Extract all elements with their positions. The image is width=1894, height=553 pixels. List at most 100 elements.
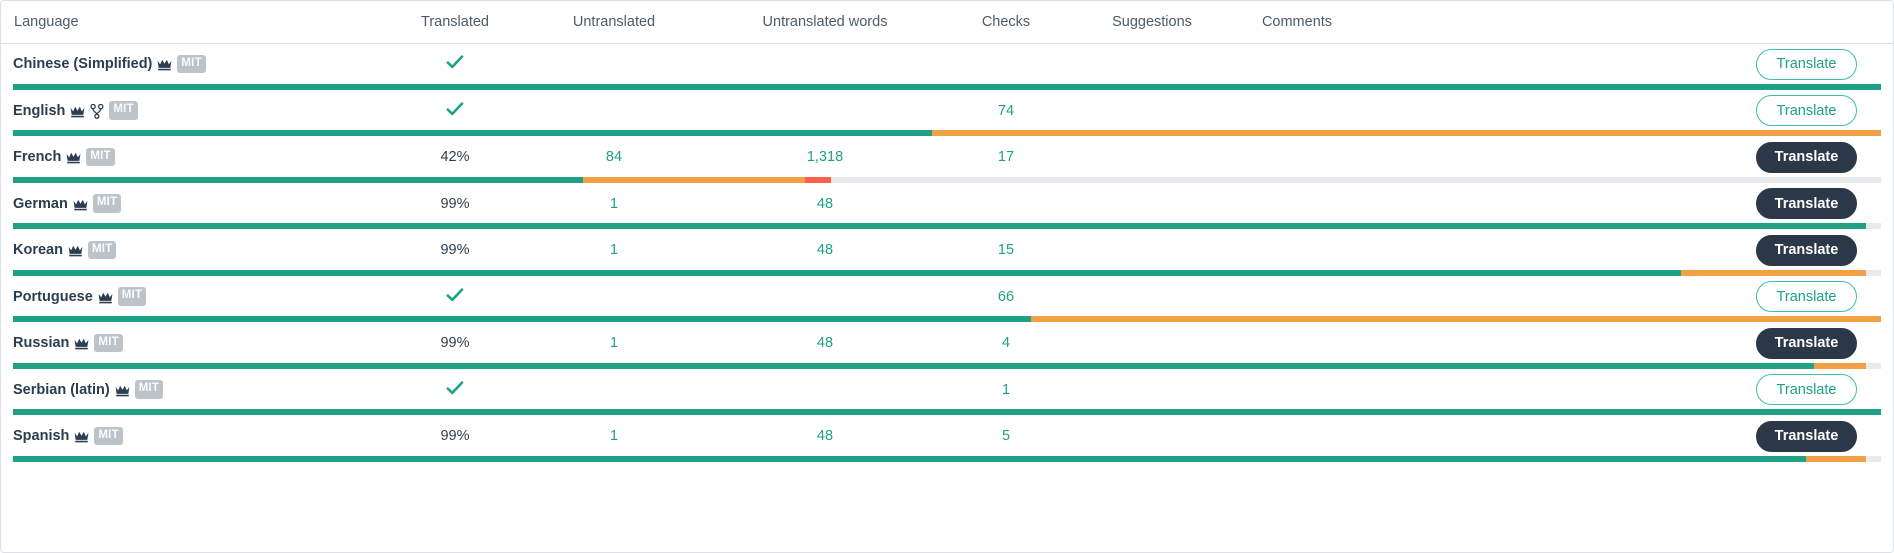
- checks-cell: 15: [941, 242, 1071, 258]
- translation-progress-bar[interactable]: [13, 130, 1881, 136]
- progress-segment-green: [13, 316, 1032, 322]
- language-name-link[interactable]: Korean: [13, 242, 63, 258]
- license-badge[interactable]: MIT: [87, 240, 117, 260]
- progress-segment-green: [13, 409, 1881, 415]
- progress-segment-orange: [932, 130, 1881, 136]
- table-row-content: Chinese (Simplified) MIT Translate: [13, 44, 1881, 82]
- checks-count-link[interactable]: 1: [1002, 382, 1010, 398]
- translate-button[interactable]: Translate: [1756, 95, 1857, 126]
- language-name-link[interactable]: Serbian (latin): [13, 382, 110, 398]
- progress-segment-gray: [1866, 269, 1881, 276]
- crown-icon: [157, 58, 172, 72]
- crown-icon: [70, 105, 85, 119]
- column-header-comments[interactable]: Comments: [1233, 14, 1361, 30]
- progress-segment-green: [13, 223, 1867, 229]
- language-name-link[interactable]: German: [13, 196, 68, 212]
- license-badge[interactable]: MIT: [86, 147, 115, 167]
- language-name-link[interactable]: Russian: [13, 335, 69, 351]
- checks-count-link[interactable]: 66: [998, 289, 1014, 305]
- column-header-checks[interactable]: Checks: [941, 14, 1071, 30]
- table-row-content: French MIT 42% 84 1,318 17 Translate: [13, 137, 1881, 175]
- translated-percent: 42%: [440, 149, 470, 165]
- table-row-content: Korean MIT 99% 1 48 15 Translate: [13, 230, 1881, 268]
- progress-segment-gray: [1866, 455, 1881, 462]
- crown-icon: [74, 337, 89, 351]
- untranslated-words-cell: 1,318: [709, 149, 941, 165]
- translation-progress-bar[interactable]: [13, 409, 1881, 415]
- license-badge[interactable]: MIT: [177, 54, 206, 74]
- checks-cell: 5: [941, 428, 1071, 444]
- license-badge[interactable]: MIT: [94, 426, 123, 446]
- action-cell: Translate: [1756, 327, 1881, 359]
- translate-button[interactable]: Translate: [1756, 327, 1857, 359]
- license-badge[interactable]: MIT: [134, 380, 164, 399]
- checks-cell: 1: [941, 382, 1071, 398]
- checks-cell: 74: [941, 103, 1071, 119]
- untranslated-words-count-link[interactable]: 1,318: [807, 149, 843, 165]
- license-badge[interactable]: MIT: [109, 101, 138, 120]
- translation-progress-bar[interactable]: [13, 83, 1881, 90]
- translate-button[interactable]: Translate: [1756, 48, 1857, 80]
- table-row-content: German MIT 99% 1 48 Translate: [13, 184, 1881, 222]
- table-row: Portuguese MIT 66 Translate: [1, 277, 1893, 324]
- translation-progress-bar[interactable]: [13, 269, 1881, 276]
- checks-count-link[interactable]: 5: [1002, 428, 1010, 444]
- untranslated-count-link[interactable]: 1: [610, 196, 618, 212]
- column-header-translated[interactable]: Translated: [391, 14, 519, 30]
- checks-count-link[interactable]: 74: [998, 103, 1014, 119]
- language-name-link[interactable]: Chinese (Simplified): [13, 56, 152, 72]
- untranslated-cell: 1: [519, 196, 709, 212]
- action-cell: Translate: [1756, 420, 1881, 452]
- column-header-untranslated[interactable]: Untranslated: [519, 14, 709, 30]
- untranslated-words-cell: 48: [709, 242, 941, 258]
- checks-count-link[interactable]: 17: [998, 149, 1014, 165]
- translated-cell: [391, 54, 519, 74]
- translated-cell: 99%: [391, 335, 519, 351]
- untranslated-words-count-link[interactable]: 48: [817, 335, 833, 351]
- untranslated-cell: 84: [519, 149, 709, 165]
- checks-count-link[interactable]: 4: [1002, 335, 1010, 351]
- crown-icon: [68, 244, 83, 258]
- translation-progress-bar[interactable]: [13, 176, 1881, 183]
- license-badge[interactable]: MIT: [94, 333, 123, 353]
- translate-button[interactable]: Translate: [1756, 234, 1857, 266]
- translated-cell: 99%: [391, 242, 519, 258]
- license-badge[interactable]: MIT: [92, 194, 122, 213]
- untranslated-words-count-link[interactable]: 48: [817, 242, 833, 258]
- progress-segment-orange: [1031, 316, 1881, 322]
- untranslated-count-link[interactable]: 1: [610, 428, 618, 444]
- translated-cell: 42%: [391, 149, 519, 165]
- checks-count-link[interactable]: 15: [998, 242, 1014, 258]
- untranslated-words-count-link[interactable]: 48: [817, 196, 833, 212]
- progress-segment-orange: [582, 176, 806, 183]
- crown-icon: [98, 291, 113, 305]
- translate-button[interactable]: Translate: [1756, 281, 1857, 312]
- untranslated-count-link[interactable]: 1: [610, 242, 618, 258]
- crown-icon: [115, 384, 130, 398]
- table-body: Chinese (Simplified) MIT Translate English M…: [1, 44, 1893, 463]
- license-badge[interactable]: MIT: [117, 287, 147, 306]
- progress-segment-green: [13, 130, 933, 136]
- translate-button[interactable]: Translate: [1756, 141, 1857, 173]
- action-cell: Translate: [1756, 141, 1881, 173]
- translate-button[interactable]: Translate: [1756, 188, 1857, 219]
- translation-progress-bar[interactable]: [13, 223, 1881, 229]
- column-header-untranslated-words[interactable]: Untranslated words: [709, 14, 941, 30]
- language-name-link[interactable]: English: [13, 103, 65, 119]
- column-header-language[interactable]: Language: [13, 14, 391, 30]
- column-header-suggestions[interactable]: Suggestions: [1071, 14, 1233, 30]
- language-name-link[interactable]: French: [13, 149, 61, 165]
- untranslated-count-link[interactable]: 1: [610, 335, 618, 351]
- checks-cell: 4: [941, 335, 1071, 351]
- translation-progress-bar[interactable]: [13, 316, 1881, 322]
- untranslated-count-link[interactable]: 84: [606, 149, 622, 165]
- translate-button[interactable]: Translate: [1756, 420, 1857, 452]
- translate-button[interactable]: Translate: [1756, 374, 1857, 405]
- untranslated-words-count-link[interactable]: 48: [817, 428, 833, 444]
- translation-progress-bar[interactable]: [13, 362, 1881, 369]
- language-name-link[interactable]: Portuguese: [13, 289, 93, 305]
- translated-cell: 99%: [391, 196, 519, 212]
- language-name-link[interactable]: Spanish: [13, 428, 69, 444]
- translation-progress-bar[interactable]: [13, 455, 1881, 462]
- progress-segment-gray: [1866, 223, 1881, 229]
